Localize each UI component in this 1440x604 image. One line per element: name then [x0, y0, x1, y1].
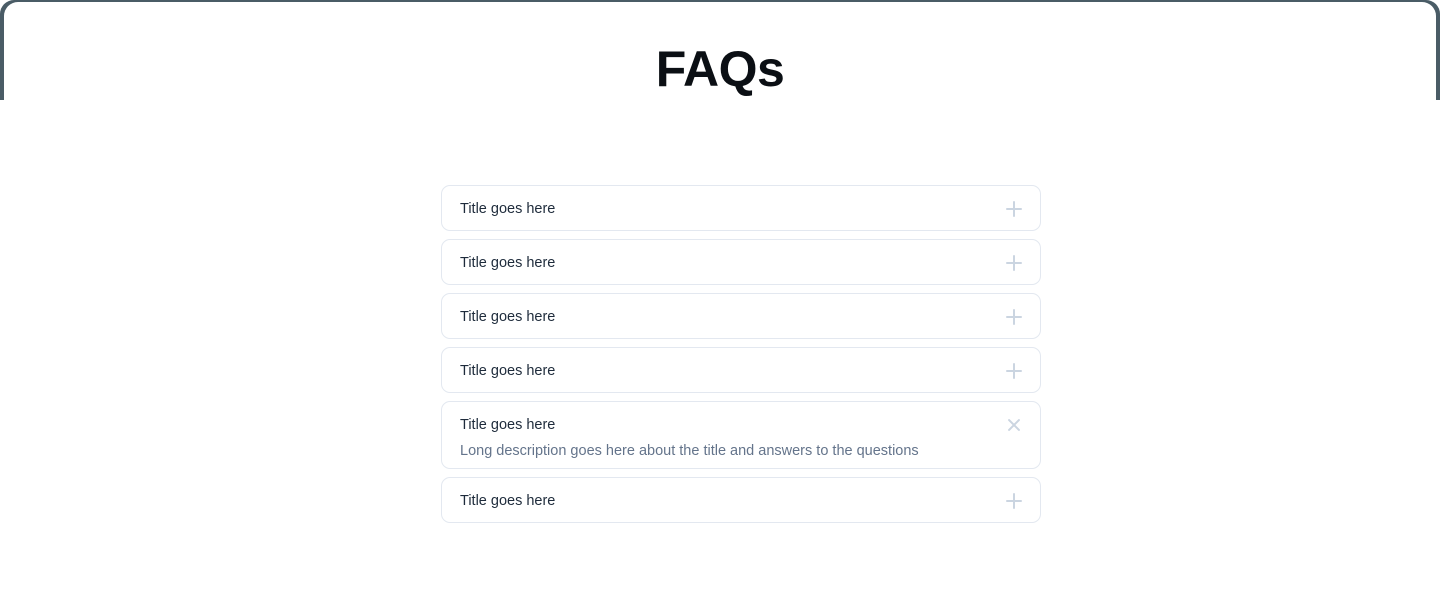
faq-item-description: Long description goes here about the tit… — [460, 443, 919, 459]
plus-icon[interactable] — [1006, 493, 1022, 509]
plus-icon[interactable] — [1006, 363, 1022, 379]
faq-item[interactable]: Title goes here — [441, 347, 1041, 393]
plus-icon[interactable] — [1006, 309, 1022, 325]
faq-item-header[interactable]: Title goes here — [460, 348, 1022, 394]
faq-item-title: Title goes here — [460, 363, 556, 379]
faq-accordion-list: Title goes here Title goes here Title go… — [441, 185, 1041, 523]
plus-icon[interactable] — [1006, 255, 1022, 271]
faq-item-title: Title goes here — [460, 201, 556, 217]
faq-item-title: Title goes here — [460, 255, 556, 271]
faq-item-header[interactable]: Title goes here — [460, 240, 1022, 286]
faq-item-title: Title goes here — [460, 309, 556, 325]
faq-item[interactable]: Title goes here — [441, 293, 1041, 339]
page-card: FAQs Title goes here Title goes here Tit… — [4, 2, 1436, 604]
faq-item[interactable]: Title goes here — [441, 185, 1041, 231]
faq-item[interactable]: Title goes here — [441, 477, 1041, 523]
faq-item-title: Title goes here — [460, 417, 556, 433]
faq-item[interactable]: Title goes here — [441, 239, 1041, 285]
plus-icon[interactable] — [1006, 201, 1022, 217]
page-root: FAQs Title goes here Title goes here Tit… — [0, 0, 1440, 604]
faq-item-title: Title goes here — [460, 493, 556, 509]
faq-item-header[interactable]: Title goes here — [460, 294, 1022, 340]
faq-item-expanded[interactable]: Title goes here Long description goes he… — [441, 401, 1041, 469]
faq-item-header[interactable]: Title goes here — [460, 186, 1022, 232]
faq-item-header[interactable]: Title goes here — [460, 478, 1022, 524]
page-title: FAQs — [655, 41, 785, 97]
